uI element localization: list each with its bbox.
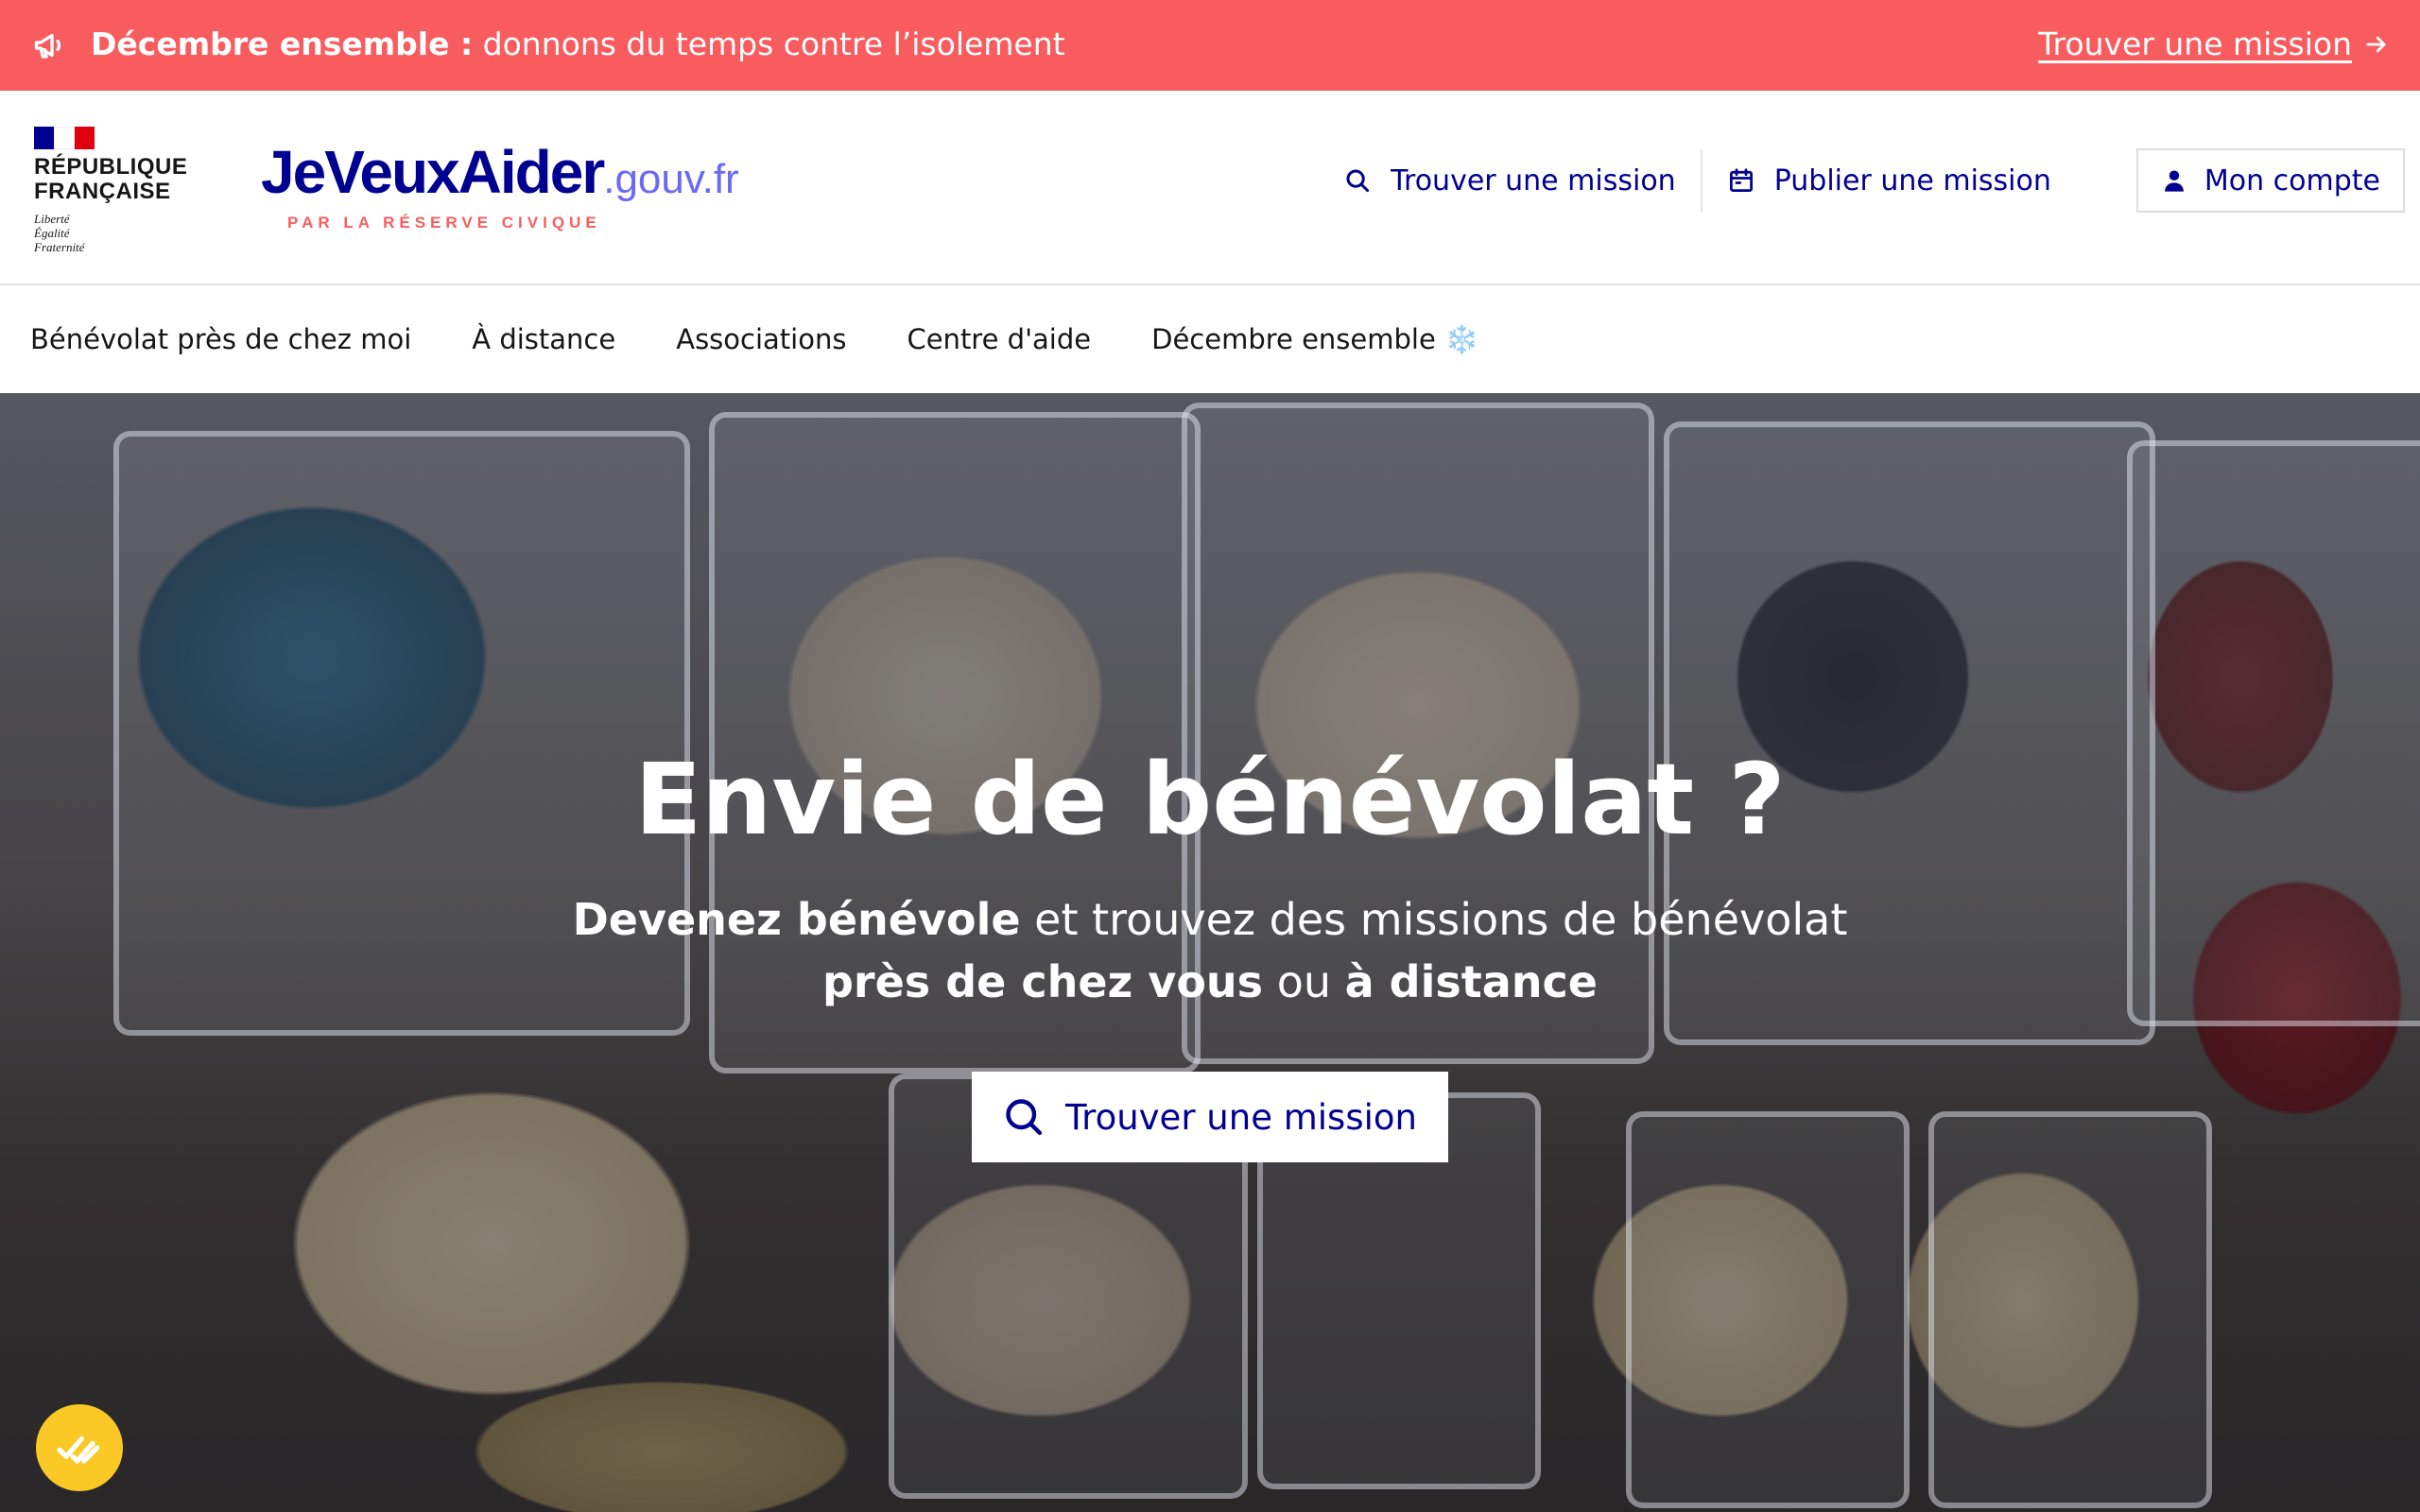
hero-sub-bold1: Devenez bénévole xyxy=(572,894,1021,945)
search-icon xyxy=(1006,1099,1043,1136)
brand-name: JeVeuxAider.gouv.fr xyxy=(261,142,739,210)
jeveuxaider-logo[interactable]: JeVeuxAider.gouv.fr PAR LA RÉSERVE CIVIQ… xyxy=(261,142,739,232)
nav-item-benevolat-pres-de-chez-moi[interactable]: Bénévolat près de chez moi xyxy=(30,323,411,355)
nav-item-label: Centre d'aide xyxy=(907,323,1092,355)
arrow-right-icon xyxy=(2366,36,2386,52)
hero-subtitle-line2: près de chez vous ou à distance xyxy=(0,951,2420,1013)
hero-title: Envie de bénévolat ? xyxy=(634,742,1786,857)
megaphone-icon xyxy=(34,33,60,59)
hero-background-bin xyxy=(1928,1111,2212,1508)
banner-title: Décembre ensemble : xyxy=(91,26,474,62)
hero-sub-text1: et trouvez des missions de bénévolat xyxy=(1020,894,1848,945)
search-icon xyxy=(1346,169,1370,193)
hero-button-label: Trouver une mission xyxy=(1065,1096,1417,1138)
cookie-checkmarks-icon xyxy=(57,1436,100,1464)
header-navigation: Trouver une mission Publier une mission … xyxy=(1319,147,2405,214)
marianne-flag-icon xyxy=(34,127,95,149)
republique-line1: RÉPUBLIQUE xyxy=(34,154,188,180)
snowflake-icon: ❄️ xyxy=(1444,322,1479,355)
nav-item-label: Associations xyxy=(676,323,847,355)
devise: Liberté Égalité Fraternité xyxy=(34,212,195,254)
publish-mission-link[interactable]: Publier une mission xyxy=(1703,164,2076,198)
nav-item-label: Décembre ensemble xyxy=(1151,322,1436,355)
main-navigation: Bénévolat près de chez moi À distance As… xyxy=(0,285,2420,393)
cookie-consent-button[interactable] xyxy=(36,1404,123,1491)
find-mission-link[interactable]: Trouver une mission xyxy=(1319,164,1701,198)
announcement-banner: Décembre ensemble : donnons du temps con… xyxy=(0,0,2420,91)
republique-text: RÉPUBLIQUE FRANÇAISE xyxy=(34,155,195,204)
nav-item-centre-d-aide[interactable]: Centre d'aide xyxy=(907,323,1091,355)
republique-francaise-logo[interactable]: RÉPUBLIQUE FRANÇAISE Liberté Égalité Fra… xyxy=(34,127,195,254)
my-account-button[interactable]: Mon compte xyxy=(2135,148,2405,213)
nav-item-label: À distance xyxy=(472,323,616,355)
hero-sub-bold2: près de chez vous xyxy=(822,956,1264,1007)
hero-subtitle: Devenez bénévole et trouvez des missions… xyxy=(0,888,2420,1013)
banner-find-mission-link[interactable]: Trouver une mission xyxy=(2038,26,2390,62)
hero-subtitle-line1: Devenez bénévole et trouvez des missions… xyxy=(0,888,2420,951)
calendar-icon xyxy=(1729,168,1753,192)
devise-liberte: Liberté xyxy=(34,212,70,226)
publish-mission-label: Publier une mission xyxy=(1773,163,2051,198)
nav-item-label: Bénévolat près de chez moi xyxy=(30,323,412,355)
nav-item-a-distance[interactable]: À distance xyxy=(472,323,615,355)
hero-sub-bold3: à distance xyxy=(1344,956,1598,1007)
devise-egalite: Égalité xyxy=(34,226,70,240)
brand-tagline: PAR LA RÉSERVE CIVIQUE xyxy=(287,214,601,232)
banner-cta-label: Trouver une mission xyxy=(2038,26,2352,62)
hero-find-mission-button[interactable]: Trouver une mission xyxy=(972,1072,1448,1162)
user-icon xyxy=(2164,170,2184,192)
hero-section: Envie de bénévolat ? Devenez bénévole et… xyxy=(0,393,2420,1512)
hero-background-bin xyxy=(1626,1111,1910,1508)
hero-sub-text2: ou xyxy=(1263,956,1345,1007)
nav-item-associations[interactable]: Associations xyxy=(676,323,846,355)
banner-message: Décembre ensemble : donnons du temps con… xyxy=(91,26,1065,62)
find-mission-label: Trouver une mission xyxy=(1391,163,1676,198)
brand-domain: .gouv.fr xyxy=(603,156,739,202)
site-header: RÉPUBLIQUE FRANÇAISE Liberté Égalité Fra… xyxy=(0,91,2420,285)
nav-item-decembre-ensemble[interactable]: Décembre ensemble ❄️ xyxy=(1151,323,1478,356)
republique-line2: FRANÇAISE xyxy=(34,179,171,204)
banner-text: donnons du temps contre l’isolement xyxy=(482,26,1065,62)
my-account-label: Mon compte xyxy=(2204,163,2380,198)
brand-name-main: JeVeuxAider xyxy=(261,138,605,206)
devise-fraternite: Fraternité xyxy=(34,240,85,254)
